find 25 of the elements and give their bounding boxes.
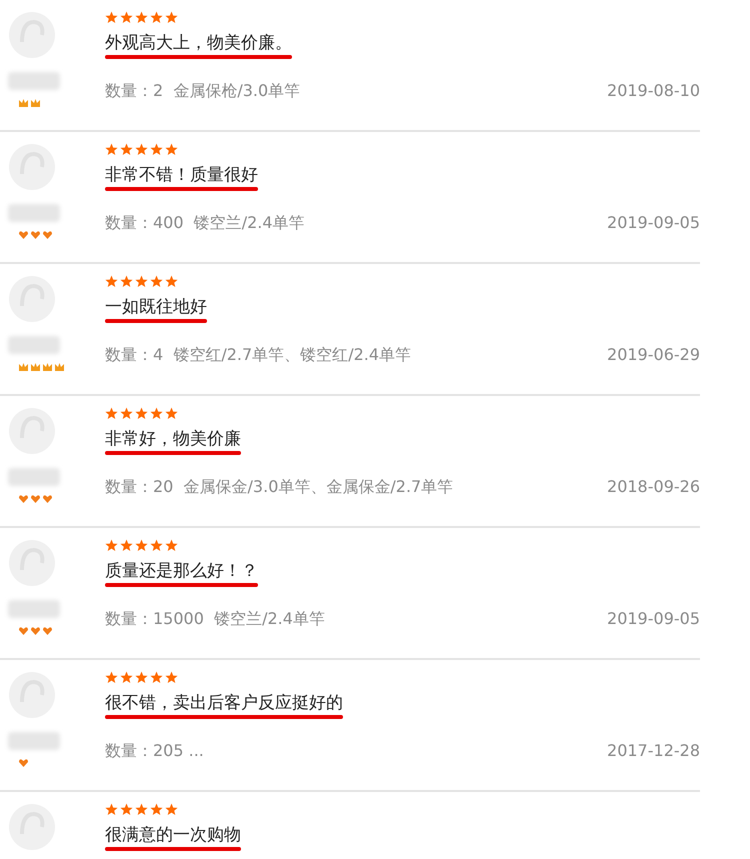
review-date: 2019-06-29 [607,345,700,366]
order-details: 数量：400 镂空兰/2.4单竿 [105,213,305,234]
blurred-name [8,732,60,750]
review-date: 2019-08-10 [607,81,700,102]
blurred-name [8,336,60,354]
order-details: 数量：2 金属保枪/3.0单竿 [105,81,300,102]
review-text: 一如既往地好 [105,296,207,318]
blurred-name [8,600,60,618]
review-text: 非常不错！质量很好 [105,164,258,186]
blurred-name [8,204,60,222]
order-details: 数量：15000 镂空兰/2.4单竿 [105,609,325,630]
order-details: 数量：4 镂空红/2.7单竿、镂空红/2.4单竿 [105,345,412,366]
order-details: 数量：205 ... [105,741,204,762]
review-date: 2017-12-28 [607,741,700,762]
review-text: 很满意的一次购物 [105,824,241,846]
review-text: 很不错，卖出后客户反应挺好的 [105,692,343,714]
review-text: 非常好，物美价廉 [105,428,241,450]
review-text: 外观高大上，物美价廉。 [105,32,292,54]
blurred-name [8,72,60,90]
blurred-name [8,468,60,486]
review-text: 质量还是那么好！？ [105,560,258,582]
review-date: 2018-09-26 [607,477,700,498]
order-details: 数量：20 金属保金/3.0单竿、金属保金/2.7单竿 [105,477,454,498]
review-date: 2019-09-05 [607,213,700,234]
review-date: 2019-09-05 [607,609,700,630]
